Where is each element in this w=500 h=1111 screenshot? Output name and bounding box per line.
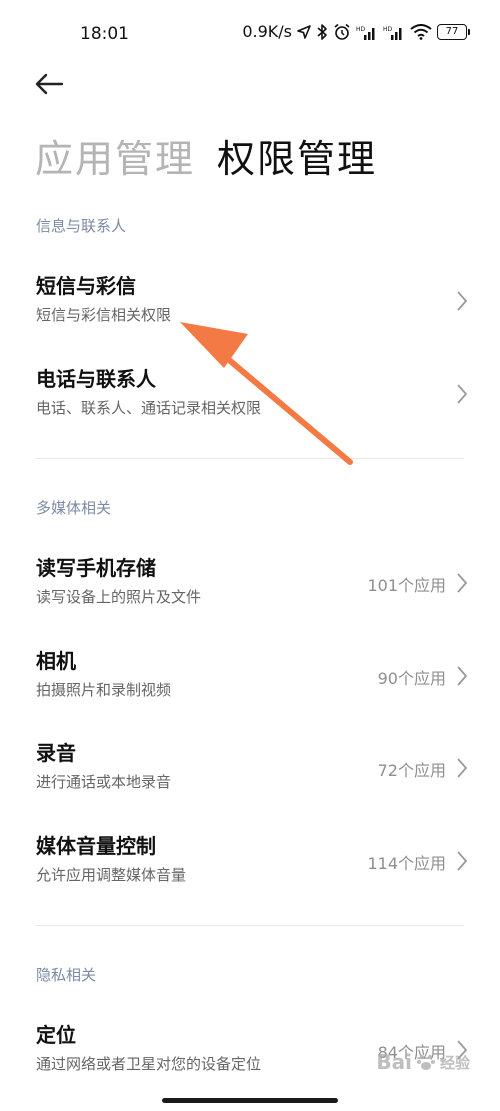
svg-text:HD: HD <box>356 26 366 33</box>
permission-item-sms-mms[interactable]: 短信与彩信 短信与彩信相关权限 <box>0 258 500 346</box>
status-icons: 0.9K/s HD HD 77 <box>242 22 470 41</box>
chevron-right-icon <box>457 666 468 686</box>
permission-item-media-volume[interactable]: 媒体音量控制 允许应用调整媒体音量 114个应用 <box>0 818 500 906</box>
svg-text:HD: HD <box>383 26 393 33</box>
chevron-right-icon <box>457 384 468 404</box>
status-bar: 18:01 0.9K/s HD HD 77 <box>0 0 500 70</box>
divider <box>36 458 464 459</box>
network-speed: 0.9K/s <box>242 22 292 41</box>
app-count: 90个应用 <box>377 669 446 688</box>
permission-item-phone-contacts[interactable]: 电话与联系人 电话、联系人、通话记录相关权限 <box>0 351 500 439</box>
item-title: 读写手机存储 <box>36 556 156 580</box>
item-subtitle: 拍摄照片和录制视频 <box>36 681 172 699</box>
watermark-text: Bai <box>376 1050 412 1074</box>
section-label-multimedia: 多媒体相关 <box>36 499 112 517</box>
item-title: 定位 <box>36 1023 76 1047</box>
signal-icon: HD <box>383 24 405 40</box>
paw-icon <box>416 1054 435 1070</box>
section-label-privacy: 隐私相关 <box>36 966 97 984</box>
back-button[interactable] <box>32 68 68 100</box>
tab-permission-management[interactable]: 权限管理 <box>217 128 377 183</box>
item-title: 媒体音量控制 <box>36 834 156 858</box>
battery-icon: 77 <box>437 23 470 40</box>
item-title: 短信与彩信 <box>36 274 136 298</box>
status-time: 18:01 <box>80 24 129 44</box>
battery-tip <box>468 28 470 35</box>
battery-level: 77 <box>437 23 467 40</box>
chevron-right-icon <box>457 291 468 311</box>
item-subtitle: 通过网络或者卫星对您的设备定位 <box>36 1055 262 1073</box>
item-subtitle: 进行通话或本地录音 <box>36 773 172 791</box>
alarm-icon <box>333 23 351 41</box>
header-tabs: 应用管理 权限管理 <box>35 128 377 183</box>
permission-item-camera[interactable]: 相机 拍摄照片和录制视频 90个应用 <box>0 633 500 721</box>
arrow-left-icon <box>35 73 64 95</box>
signal-icon: HD <box>356 24 378 40</box>
item-title: 录音 <box>36 741 76 765</box>
item-subtitle: 电话、联系人、通话记录相关权限 <box>36 399 262 417</box>
item-subtitle: 短信与彩信相关权限 <box>36 306 172 324</box>
chevron-right-icon <box>457 573 468 593</box>
permission-item-recording[interactable]: 录音 进行通话或本地录音 72个应用 <box>0 725 500 813</box>
chevron-right-icon <box>457 851 468 871</box>
app-count: 114个应用 <box>367 854 446 873</box>
app-count: 101个应用 <box>367 576 446 595</box>
item-title: 电话与联系人 <box>36 367 156 391</box>
tab-app-management[interactable]: 应用管理 <box>35 128 195 183</box>
watermark-sub: 经验 <box>439 1053 470 1072</box>
divider <box>36 925 464 926</box>
permission-item-storage[interactable]: 读写手机存储 读写设备上的照片及文件 101个应用 <box>0 540 500 628</box>
item-subtitle: 读写设备上的照片及文件 <box>36 588 202 606</box>
item-title: 相机 <box>36 649 76 673</box>
chevron-right-icon <box>457 758 468 778</box>
watermark-logo: Bai 经验 <box>376 1050 470 1074</box>
app-count: 72个应用 <box>377 761 446 780</box>
section-label-messages-contacts: 信息与联系人 <box>36 217 127 235</box>
wifi-icon <box>410 23 432 40</box>
bluetooth-icon <box>316 23 328 41</box>
location-icon <box>297 24 311 39</box>
item-subtitle: 允许应用调整媒体音量 <box>36 866 187 884</box>
home-indicator[interactable] <box>162 1098 338 1103</box>
